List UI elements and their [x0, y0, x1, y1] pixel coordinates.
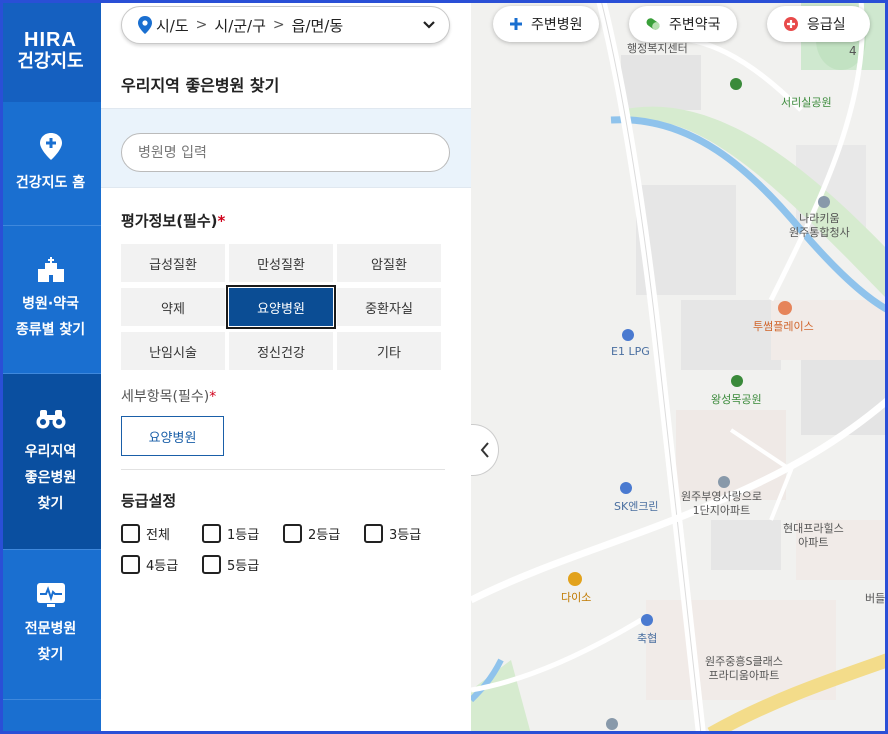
grade-checkbox-5[interactable]: 5등급: [202, 555, 283, 574]
hospital-building-icon: [37, 256, 64, 282]
map-label-community-center: 행정복지센터: [627, 42, 688, 55]
region-sido[interactable]: 시/도: [156, 15, 189, 36]
divider: [121, 469, 445, 470]
checkbox[interactable]: [202, 555, 221, 574]
checkbox[interactable]: [121, 524, 140, 543]
search-panel: 시/도 > 시/군/구 > 읍/면/동 우리지역 좋은병원 찾기 평가정보(필수…: [101, 0, 471, 734]
category-button[interactable]: 암질환: [337, 244, 441, 282]
map-label-apartment: 원주중흥S클래스 프라디움아파트: [705, 655, 783, 682]
required-mark: *: [217, 212, 226, 230]
category-button[interactable]: 정신건강: [229, 332, 333, 370]
map-label-government-building: 나라키움 원주통합청사: [789, 212, 850, 239]
left-nav: HIRA 건강지도 건강지도 홈 병원·약국 종류별 찾기 우리지역 좋은병원 …: [0, 0, 101, 734]
checkbox-label: 4등급: [146, 559, 179, 574]
sub-item-title-text: 세부항목(필수): [121, 389, 210, 405]
pill-label: 주변병원: [531, 17, 583, 33]
pill-label: 주변약국: [669, 17, 721, 33]
map-label-cafe: 투썸플레이스: [753, 320, 814, 333]
map-label-apartment: 현대프라힐스 아파트: [783, 522, 844, 549]
map-label-partial: 버들: [865, 592, 886, 605]
category-grid: 급성질환 만성질환 암질환 약제 요양병원 중환자실 난임시술 정신건강 기타: [121, 244, 442, 370]
panel-title: 우리지역 좋은병원 찾기: [121, 76, 280, 95]
map-label-road-number: 4: [849, 44, 857, 58]
eval-info-title: 평가정보(필수)*: [121, 210, 225, 231]
category-button-active[interactable]: 요양병원: [226, 285, 336, 329]
sub-item-button[interactable]: 요양병원: [121, 416, 224, 456]
grade-checkbox-3[interactable]: 3등급: [364, 524, 445, 543]
category-button[interactable]: 중환자실: [337, 288, 441, 326]
grade-checkbox-2[interactable]: 2등급: [283, 524, 364, 543]
nav-item-label: 병원·약국 종류별 찾기: [15, 295, 86, 338]
nearby-pharmacy-button[interactable]: 주변약국: [629, 6, 737, 42]
pill-label: 응급실: [807, 17, 846, 33]
map-label-apartment: 원주부영사랑으로 1단지아파트: [681, 490, 762, 517]
checkbox-label: 3등급: [389, 528, 422, 543]
map-label-park: 서리실공원: [781, 96, 832, 109]
chevron-left-icon: [480, 442, 489, 458]
grade-title: 등급설정: [121, 492, 177, 510]
grade-checkbox-group: 전체 1등급 2등급 3등급 4등급 5등급: [121, 524, 451, 574]
nearby-hospital-button[interactable]: 주변병원: [493, 6, 599, 42]
plus-icon: [510, 18, 522, 30]
category-button[interactable]: 급성질환: [121, 244, 225, 282]
chevron-right-icon: >: [195, 17, 208, 33]
chevron-down-icon[interactable]: [421, 17, 437, 33]
category-button[interactable]: 기타: [337, 332, 441, 370]
grade-checkbox-1[interactable]: 1등급: [202, 524, 283, 543]
sub-item-title: 세부항목(필수)*: [121, 386, 216, 406]
logo-text-line1: HIRA: [24, 29, 77, 51]
emergency-icon: [784, 17, 798, 31]
hospital-name-input[interactable]: [121, 133, 450, 172]
region-selector[interactable]: 시/도 > 시/군/구 > 읍/면/동: [121, 6, 450, 44]
eval-info-title-text: 평가정보(필수): [121, 212, 218, 230]
location-pin-icon: [138, 16, 152, 34]
region-sigungu[interactable]: 시/군/구: [214, 15, 266, 36]
map-label-gas-station: E1 LPG: [611, 345, 650, 358]
pill-icon: [646, 18, 660, 30]
checkbox[interactable]: [202, 524, 221, 543]
checkbox[interactable]: [121, 555, 140, 574]
nav-item-label: 전문병원 찾기: [24, 620, 77, 663]
heart-monitor-icon: [36, 582, 65, 607]
region-dong[interactable]: 읍/면/동: [292, 15, 344, 36]
checkbox[interactable]: [283, 524, 302, 543]
search-area: [101, 108, 471, 188]
required-mark: *: [209, 389, 217, 405]
nav-item-specialty-hospital[interactable]: 전문병원 찾기: [0, 550, 101, 700]
grade-checkbox-4[interactable]: 4등급: [121, 555, 202, 574]
map-background: [471, 0, 888, 734]
map-label-bank: 축협: [637, 632, 658, 645]
checkbox-label: 2등급: [308, 528, 341, 543]
grade-checkbox-all[interactable]: 전체: [121, 524, 202, 543]
checkbox-label: 5등급: [227, 559, 260, 574]
checkbox-label: 1등급: [227, 528, 260, 543]
map-view[interactable]: 주변병원 주변약국 응급실 행정복지센터 서리실공원 4 나라키움 원주통합청사…: [471, 0, 888, 734]
map-pin-icon: [39, 132, 62, 160]
category-button[interactable]: 약제: [121, 288, 225, 326]
chevron-right-icon: >: [272, 17, 285, 33]
map-label-gas-station: SK엔크린: [614, 500, 659, 513]
binoculars-icon: [36, 409, 65, 428]
nav-item-label: 우리지역 좋은병원 찾기: [24, 443, 77, 512]
map-label-store: 다이소: [561, 591, 592, 604]
emergency-room-button[interactable]: 응급실: [767, 6, 870, 42]
checkbox-label: 전체: [146, 528, 170, 543]
nav-item-hospital-pharmacy[interactable]: 병원·약국 종류별 찾기: [0, 226, 101, 374]
checkbox[interactable]: [364, 524, 383, 543]
category-button[interactable]: 만성질환: [229, 244, 333, 282]
map-label-park: 왕성목공원: [711, 393, 762, 406]
nav-item-good-hospital[interactable]: 우리지역 좋은병원 찾기: [0, 374, 101, 550]
hira-logo[interactable]: HIRA 건강지도: [0, 0, 101, 102]
logo-text-line2: 건강지도: [17, 51, 84, 72]
nav-item-home[interactable]: 건강지도 홈: [0, 102, 101, 226]
nav-item-label: 건강지도 홈: [15, 174, 86, 191]
category-button[interactable]: 난임시술: [121, 332, 225, 370]
